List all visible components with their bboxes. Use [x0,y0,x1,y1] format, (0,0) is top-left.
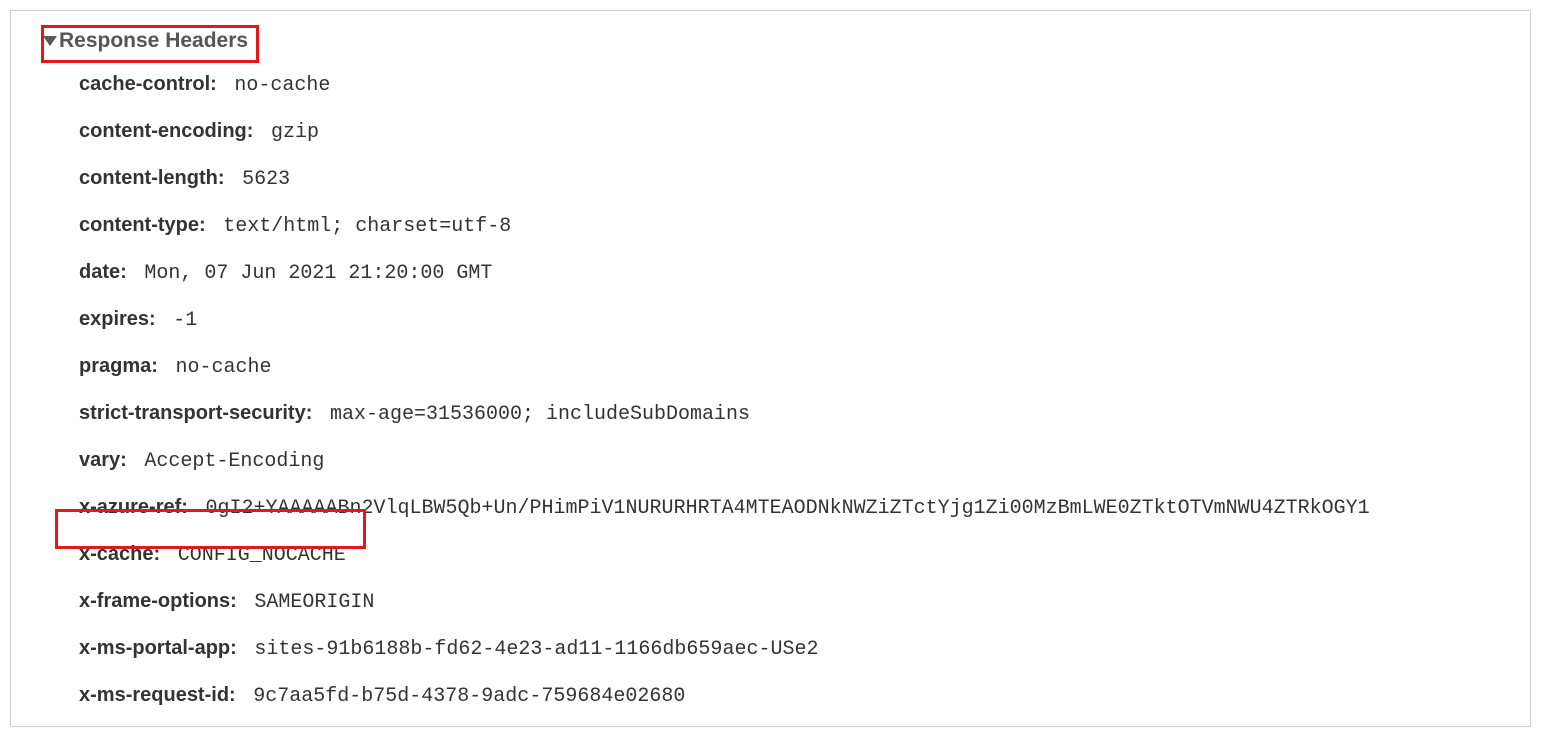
header-name: x-frame-options: [79,590,237,612]
header-row: x-frame-options: SAMEORIGIN [79,586,1510,618]
header-row: x-ms-portal-app: sites-91b6188b-fd62-4e2… [79,633,1510,665]
header-value: gzip [259,121,319,144]
header-row: vary: Accept-Encoding [79,445,1510,477]
header-name: vary: [79,449,127,471]
response-headers-panel: Response Headers cache-control: no-cache… [10,10,1531,727]
header-value: 5623 [230,168,290,191]
header-value: Mon, 07 Jun 2021 21:20:00 GMT [132,262,492,285]
header-name: strict-transport-security: [79,402,312,424]
header-value: SAMEORIGIN [242,591,374,614]
header-name: content-length: [79,167,225,189]
header-value: sites-91b6188b-fd62-4e23-ad11-1166db659a… [242,638,818,661]
header-row: x-cache: CONFIG_NOCACHE [79,539,1510,571]
header-value: no-cache [222,74,330,97]
header-row: pragma: no-cache [79,351,1510,383]
header-name: expires: [79,308,156,330]
header-value: -1 [161,309,197,332]
header-row: expires: -1 [79,304,1510,336]
header-value: 0gI2+YAAAAABn2VlqLBW5Qb+Un/PHimPiV1NURUR… [193,497,1369,520]
header-row: content-type: text/html; charset=utf-8 [79,210,1510,242]
header-value: 9c7aa5fd-b75d-4378-9adc-759684e02680 [241,685,685,708]
header-value: text/html; charset=utf-8 [211,215,511,238]
header-name: pragma: [79,355,158,377]
header-row: content-length: 5623 [79,163,1510,195]
header-row: content-encoding: gzip [79,116,1510,148]
headers-list: cache-control: no-cache content-encoding… [79,69,1510,712]
header-name: date: [79,261,127,283]
header-name: cache-control: [79,73,217,95]
header-name: x-azure-ref: [79,496,188,518]
disclosure-triangle-icon [43,36,57,46]
header-row: date: Mon, 07 Jun 2021 21:20:00 GMT [79,257,1510,289]
section-title: Response Headers [59,29,248,53]
header-value: CONFIG_NOCACHE [166,544,346,567]
header-name: x-cache: [79,543,160,565]
header-name: x-ms-request-id: [79,684,236,706]
header-row: strict-transport-security: max-age=31536… [79,398,1510,430]
header-row: x-ms-request-id: 9c7aa5fd-b75d-4378-9adc… [79,680,1510,712]
header-row: cache-control: no-cache [79,69,1510,101]
header-name: content-type: [79,214,206,236]
header-value: max-age=31536000; includeSubDomains [318,403,750,426]
header-name: content-encoding: [79,120,253,142]
section-header[interactable]: Response Headers [43,29,1510,53]
header-value: no-cache [163,356,271,379]
header-value: Accept-Encoding [132,450,324,473]
header-name: x-ms-portal-app: [79,637,237,659]
header-row: x-azure-ref: 0gI2+YAAAAABn2VlqLBW5Qb+Un/… [79,492,1510,524]
